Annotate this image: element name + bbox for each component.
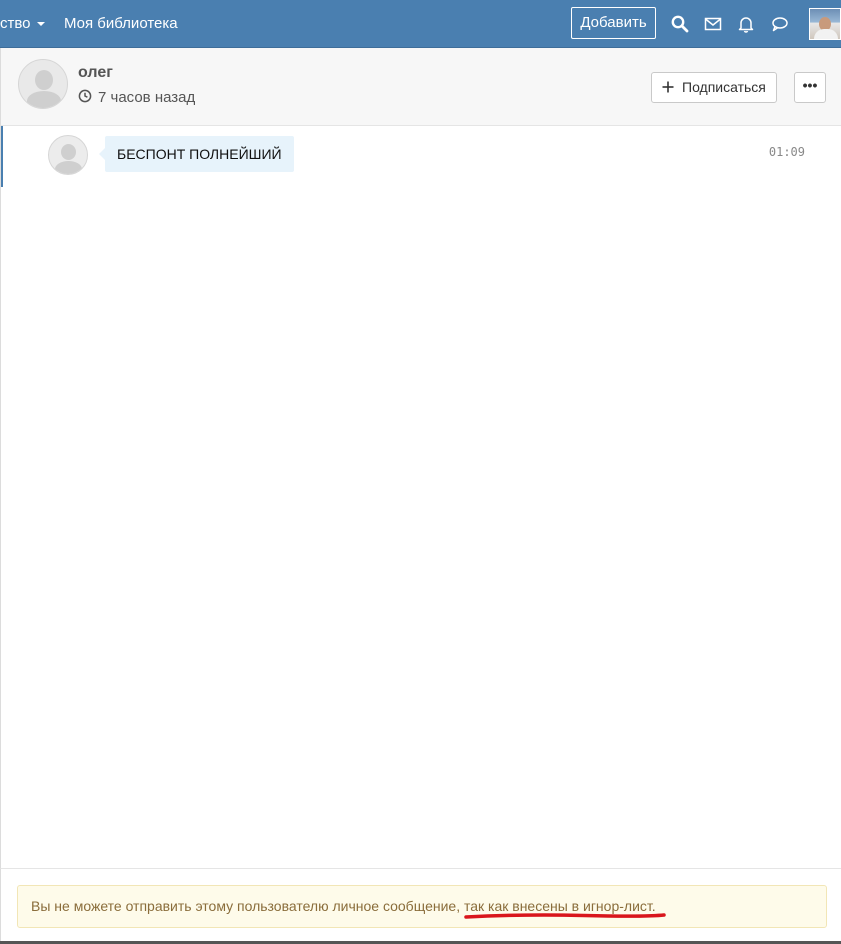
nav-my-library-link[interactable]: Моя библиотека — [64, 0, 178, 47]
avatar-placeholder-body — [55, 161, 82, 174]
avatar-placeholder-head — [61, 144, 76, 160]
chat-bubble-icon[interactable] — [770, 14, 790, 34]
avatar-shirt — [814, 29, 838, 39]
search-icon[interactable] — [670, 14, 690, 34]
message-time: 01:09 — [768, 145, 805, 159]
message-avatar[interactable] — [48, 135, 88, 175]
conversation-avatar[interactable] — [18, 59, 68, 109]
chevron-down-icon — [36, 22, 45, 27]
envelope-icon[interactable] — [703, 14, 723, 34]
user-avatar[interactable] — [809, 8, 841, 40]
conversation-time-text: 7 часов назад — [98, 89, 196, 106]
nav-community-label: ство — [0, 15, 31, 32]
clock-icon — [78, 89, 92, 103]
more-options-button[interactable]: ••• — [794, 72, 826, 103]
bell-icon[interactable] — [736, 14, 756, 34]
avatar-placeholder-head — [35, 70, 53, 90]
message-row: БЕСПОНТ ПОЛНЕЙШИЙ 01:09 — [1, 126, 841, 187]
reply-area: Вы не можете отправить этому пользовател… — [0, 868, 841, 942]
conversation-user-name[interactable]: олег — [78, 64, 113, 82]
plus-icon — [662, 81, 674, 93]
add-button[interactable]: Добавить — [571, 7, 656, 39]
message-list: БЕСПОНТ ПОЛНЕЙШИЙ 01:09 — [0, 126, 841, 868]
nav-community-menu[interactable]: ство — [0, 0, 45, 47]
ignore-list-notice: Вы не можете отправить этому пользовател… — [17, 885, 827, 928]
conversation-time: 7 часов назад — [78, 89, 195, 106]
subscribe-label: Подписаться — [682, 79, 766, 95]
avatar-placeholder-body — [27, 91, 61, 108]
message-bubble: БЕСПОНТ ПОЛНЕЙШИЙ — [99, 136, 294, 172]
red-underline-annotation — [464, 913, 666, 919]
subscribe-button[interactable]: Подписаться — [651, 72, 777, 103]
top-navbar: ство Моя библиотека Добавить — [0, 0, 841, 48]
conversation-header: олег 7 часов назад Подписаться ••• — [0, 48, 841, 126]
